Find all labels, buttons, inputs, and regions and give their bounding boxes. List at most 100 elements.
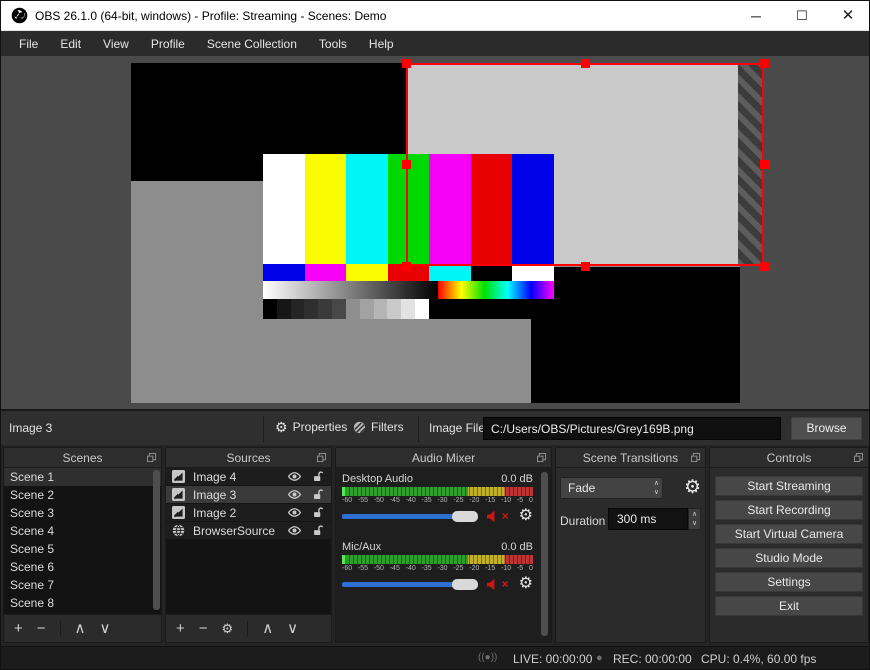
volume-slider-handle[interactable] bbox=[452, 578, 478, 590]
scenes-scrollbar[interactable] bbox=[153, 470, 160, 610]
volume-slider[interactable] bbox=[342, 578, 478, 590]
dock-float-icon[interactable] bbox=[854, 453, 863, 462]
scale-tick: -25 bbox=[453, 497, 464, 504]
status-bar: ((●)) LIVE: 00:00:00 ● REC: 00:00:00 CPU… bbox=[1, 646, 869, 669]
selection-handle-bottom-mid[interactable] bbox=[581, 262, 590, 271]
scene-down-button[interactable]: ∨ bbox=[100, 621, 111, 636]
audio-mixer-body: Desktop Audio 0.0 dB -60 -55 -50 -45 -40 -35-… bbox=[336, 468, 551, 642]
browse-button[interactable]: Browse bbox=[791, 417, 862, 440]
volume-meter bbox=[342, 487, 533, 496]
scale-tick: -50 bbox=[373, 565, 384, 572]
cpu-status: CPU: 0.4%, 60.00 fps bbox=[701, 652, 817, 666]
transition-select[interactable]: Fade ∧ ∨ bbox=[560, 477, 663, 499]
scene-transitions-header: Scene Transitions bbox=[556, 448, 705, 468]
add-source-button[interactable]: + bbox=[176, 621, 185, 636]
scene-list-item[interactable]: Scene 5 bbox=[4, 540, 161, 558]
transition-settings-gear-icon[interactable]: ⚙ bbox=[684, 476, 701, 499]
properties-button[interactable]: ⚙ Properties bbox=[275, 420, 347, 434]
black-source-bottom-right[interactable] bbox=[531, 267, 740, 403]
scene-list-item[interactable]: Scene 1 bbox=[4, 468, 161, 486]
source-list-item[interactable]: BrowserSource bbox=[166, 522, 331, 540]
scene-up-button[interactable]: ∧ bbox=[75, 621, 86, 636]
eye-visible-icon[interactable] bbox=[287, 525, 302, 536]
filters-button[interactable]: Filters bbox=[353, 420, 404, 434]
selection-handle-bottom-right[interactable] bbox=[760, 262, 769, 271]
menu-profile[interactable]: Profile bbox=[141, 33, 195, 55]
menu-edit[interactable]: Edit bbox=[50, 33, 91, 55]
selection-handle-top-right[interactable] bbox=[760, 59, 769, 68]
menu-file[interactable]: File bbox=[9, 33, 48, 55]
source-down-button[interactable]: ∨ bbox=[287, 621, 298, 636]
unlock-icon[interactable] bbox=[310, 525, 325, 536]
remove-source-button[interactable]: − bbox=[199, 621, 208, 636]
eye-visible-icon[interactable] bbox=[287, 507, 302, 518]
start-virtual-camera-button[interactable]: Start Virtual Camera bbox=[715, 524, 863, 544]
eye-visible-icon[interactable] bbox=[287, 471, 302, 482]
source-properties-button[interactable]: ⚙ bbox=[222, 621, 234, 636]
remove-scene-button[interactable]: − bbox=[37, 621, 46, 636]
color-segment bbox=[304, 299, 319, 319]
mixer-scrollbar[interactable] bbox=[541, 472, 548, 636]
channel-settings-gear-icon[interactable]: ⚙ bbox=[519, 576, 533, 592]
scene-list-item[interactable]: Scene 8 bbox=[4, 594, 161, 612]
menu-scene-collection[interactable]: Scene Collection bbox=[197, 33, 307, 55]
close-button[interactable]: ✕ bbox=[825, 1, 869, 31]
scene-list-item[interactable]: Scene 3 bbox=[4, 504, 161, 522]
scale-tick: -55 bbox=[357, 565, 369, 572]
unlock-icon[interactable] bbox=[310, 507, 325, 518]
scene-list-item[interactable]: Scene 2 bbox=[4, 486, 161, 504]
add-scene-button[interactable]: + bbox=[14, 621, 23, 636]
unlock-icon[interactable] bbox=[310, 489, 325, 500]
scale-tick: -45 bbox=[389, 497, 400, 504]
dock-float-icon[interactable] bbox=[691, 453, 700, 462]
scenes-list: Scene 1 Scene 2 Scene 3 Scene 4 Scene 5 … bbox=[4, 468, 161, 614]
scale-tick: -35 bbox=[421, 497, 432, 504]
selection-handle-right-mid[interactable] bbox=[760, 160, 769, 169]
colorbar-step-row bbox=[263, 299, 554, 319]
unlock-icon[interactable] bbox=[310, 471, 325, 482]
volume-slider[interactable] bbox=[342, 510, 478, 522]
scene-list-item[interactable]: Scene 7 bbox=[4, 576, 161, 594]
mute-button[interactable]: × bbox=[486, 577, 509, 591]
selection-handle-top-left[interactable] bbox=[402, 59, 411, 68]
duration-spinner[interactable]: ∧ ∨ bbox=[688, 508, 701, 530]
dock-float-icon[interactable] bbox=[147, 453, 156, 462]
image-file-input[interactable] bbox=[483, 417, 781, 440]
maximize-button[interactable]: ☐ bbox=[779, 1, 825, 31]
channel-settings-gear-icon[interactable]: ⚙ bbox=[519, 508, 533, 524]
source-list-item[interactable]: Image 2 bbox=[166, 504, 331, 522]
scene-list-item[interactable]: Scene 6 bbox=[4, 558, 161, 576]
source-list-item[interactable]: Image 4 bbox=[166, 468, 331, 486]
mixer-scale: -60 -55 -50 -45 -40 -35 -30 -25 -20 -15 -10 -5 0 bbox=[342, 497, 533, 504]
source-label: Image 4 bbox=[193, 469, 237, 484]
start-streaming-button[interactable]: Start Streaming bbox=[715, 476, 863, 496]
selection-border[interactable] bbox=[406, 63, 764, 266]
source-up-button[interactable]: ∧ bbox=[262, 621, 273, 636]
source-list-item[interactable]: Image 3 bbox=[166, 486, 331, 504]
menu-help[interactable]: Help bbox=[359, 33, 404, 55]
menu-tools[interactable]: Tools bbox=[309, 33, 357, 55]
duration-input[interactable]: 300 ms bbox=[608, 508, 688, 530]
volume-slider-fill bbox=[342, 513, 454, 519]
settings-button[interactable]: Settings bbox=[715, 572, 863, 592]
selection-handle-top-mid[interactable] bbox=[581, 59, 590, 68]
rainbow-gradient bbox=[437, 281, 554, 299]
minimize-button[interactable]: ─ bbox=[733, 1, 779, 31]
mute-button[interactable]: × bbox=[486, 509, 509, 523]
start-recording-button[interactable]: Start Recording bbox=[715, 500, 863, 520]
window-title: OBS 26.1.0 (64-bit, windows) - Profile: … bbox=[35, 9, 387, 23]
dock-float-icon[interactable] bbox=[317, 453, 326, 462]
dock-float-icon[interactable] bbox=[537, 453, 546, 462]
studio-mode-button[interactable]: Studio Mode bbox=[715, 548, 863, 568]
menu-view[interactable]: View bbox=[93, 33, 139, 55]
volume-slider-handle[interactable] bbox=[452, 510, 478, 522]
scene-list-item[interactable]: Scene 4 bbox=[4, 522, 161, 540]
controls-dock: Controls Start Streaming Start Recording… bbox=[709, 447, 869, 643]
exit-button[interactable]: Exit bbox=[715, 596, 863, 616]
color-segment bbox=[318, 299, 333, 319]
selection-handle-left-mid[interactable] bbox=[402, 160, 411, 169]
live-signal-icon: ((●)) bbox=[478, 652, 498, 663]
selection-handle-bottom-left[interactable] bbox=[402, 262, 411, 271]
eye-visible-icon[interactable] bbox=[287, 489, 302, 500]
mixer-channel-mic-aux: Mic/Aux 0.0 dB -60 -55 -50 -45 -40 -35 -30 -25-… bbox=[342, 541, 533, 592]
